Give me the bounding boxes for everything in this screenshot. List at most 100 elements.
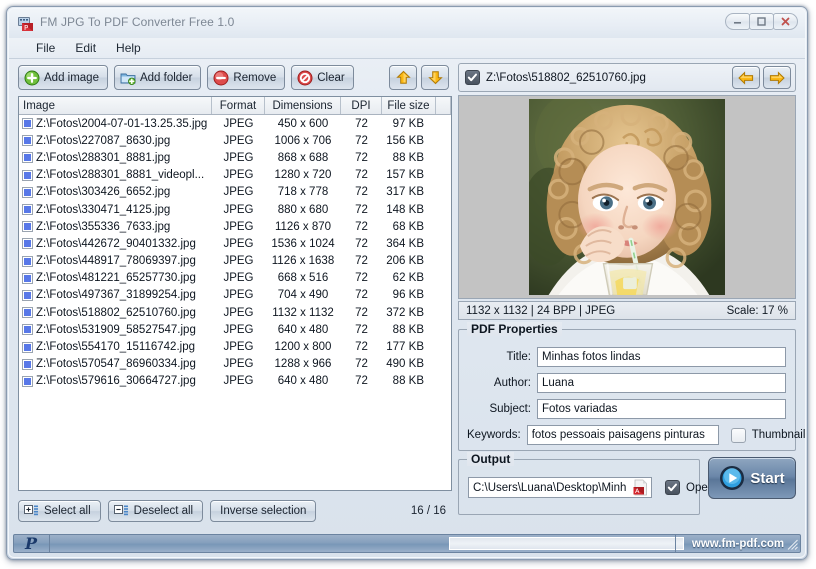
table-row[interactable]: Z:\Fotos\288301_8881.jpgJPEG868 x 688728… xyxy=(19,149,451,166)
table-row[interactable]: Z:\Fotos\481221_65257730.jpgJPEG668 x 51… xyxy=(19,270,451,287)
title-input[interactable] xyxy=(537,347,786,367)
keywords-input[interactable] xyxy=(527,425,719,445)
preview-include-checkbox[interactable] xyxy=(465,70,480,85)
inverse-selection-button[interactable]: Inverse selection xyxy=(210,500,316,522)
thumbnails-checkbox-group[interactable]: Thumbnails xyxy=(731,428,806,443)
move-down-button[interactable] xyxy=(421,65,449,90)
maximize-button[interactable] xyxy=(749,13,774,30)
table-row[interactable]: Z:\Fotos\554170_15116742.jpgJPEG1200 x 8… xyxy=(19,338,451,355)
row-checkbox[interactable] xyxy=(22,359,33,370)
title-bar: P FM JPG To PDF Converter Free 1.0 xyxy=(9,9,805,38)
thumbnails-checkbox[interactable] xyxy=(731,428,746,443)
table-row[interactable]: Z:\Fotos\518802_62510760.jpgJPEG1132 x 1… xyxy=(19,304,451,321)
row-checkbox[interactable] xyxy=(22,152,33,163)
row-checkbox[interactable] xyxy=(22,118,33,129)
next-image-button[interactable] xyxy=(763,66,791,89)
row-checkbox[interactable] xyxy=(22,204,33,215)
open-checkbox[interactable] xyxy=(665,480,680,495)
row-checkbox[interactable] xyxy=(22,324,33,335)
row-dimensions: 640 x 480 xyxy=(265,324,341,336)
output-group: Output A xyxy=(458,459,700,515)
row-checkbox[interactable] xyxy=(22,273,33,284)
close-icon xyxy=(780,16,791,27)
row-checkbox[interactable] xyxy=(22,376,33,387)
column-header-dimensions[interactable]: Dimensions xyxy=(265,97,341,114)
table-row[interactable]: Z:\Fotos\227087_8630.jpgJPEG1006 x 70672… xyxy=(19,132,451,149)
column-header-format[interactable]: Format xyxy=(212,97,265,114)
right-arrow-icon xyxy=(769,71,785,85)
close-button[interactable] xyxy=(773,13,798,30)
pdf-file-icon[interactable]: A xyxy=(632,479,649,496)
row-checkbox[interactable] xyxy=(22,342,33,353)
file-list[interactable]: Image Format Dimensions DPI File size Z:… xyxy=(18,96,452,491)
column-header-file-size[interactable]: File size xyxy=(382,97,436,114)
row-checkbox[interactable] xyxy=(22,256,33,267)
add-folder-label: Add folder xyxy=(140,72,192,84)
move-up-button[interactable] xyxy=(389,65,417,90)
output-legend: Output xyxy=(467,452,514,466)
paypal-donate-button[interactable]: P xyxy=(14,535,50,552)
image-preview-area[interactable] xyxy=(458,95,796,299)
svg-text:A: A xyxy=(635,487,640,495)
column-header-image[interactable]: Image xyxy=(19,97,212,114)
row-image-path: Z:\Fotos\570547_86960334.jpg xyxy=(36,358,196,370)
row-checkbox[interactable] xyxy=(22,135,33,146)
selection-count: 16 / 16 xyxy=(411,505,446,517)
author-input[interactable] xyxy=(537,373,786,393)
preview-pane: Z:\Fotos\518802_62510760.jpg xyxy=(458,63,796,527)
row-file-size: 206 KB xyxy=(382,255,436,267)
row-dimensions: 880 x 680 xyxy=(265,204,341,216)
website-link[interactable]: www.fm-pdf.com xyxy=(675,535,800,552)
table-row[interactable]: Z:\Fotos\303426_6652.jpgJPEG718 x 778723… xyxy=(19,184,451,201)
row-dpi: 72 xyxy=(341,169,382,181)
table-row[interactable]: Z:\Fotos\531909_58527547.jpgJPEG640 x 48… xyxy=(19,321,451,338)
title-field-row: Title: xyxy=(467,347,786,367)
column-header-dpi[interactable]: DPI xyxy=(341,97,382,114)
row-dpi: 72 xyxy=(341,221,382,233)
table-row[interactable]: Z:\Fotos\355336_7633.jpgJPEG1126 x 87072… xyxy=(19,218,451,235)
table-row[interactable]: Z:\Fotos\288301_8881_videopl...JPEG1280 … xyxy=(19,167,451,184)
row-file-size: 88 KB xyxy=(382,324,436,336)
table-row[interactable]: Z:\Fotos\497367_31899254.jpgJPEG704 x 49… xyxy=(19,287,451,304)
row-dpi: 72 xyxy=(341,255,382,267)
add-image-button[interactable]: Add image xyxy=(18,65,108,90)
row-dpi: 72 xyxy=(341,289,382,301)
application-window: P FM JPG To PDF Converter Free 1.0 File … xyxy=(6,6,808,560)
start-label: Start xyxy=(750,470,784,487)
row-checkbox[interactable] xyxy=(22,187,33,198)
status-bar-inner: P www.fm-pdf.com xyxy=(13,534,801,553)
table-row[interactable]: Z:\Fotos\579616_30664727.jpgJPEG640 x 48… xyxy=(19,373,451,390)
start-button[interactable]: Start xyxy=(708,457,796,499)
previous-image-button[interactable] xyxy=(732,66,760,89)
deselect-all-button[interactable]: Deselect all xyxy=(108,500,203,522)
row-image-path: Z:\Fotos\227087_8630.jpg xyxy=(36,135,170,147)
output-path-input[interactable] xyxy=(468,477,652,498)
table-row[interactable]: Z:\Fotos\442672_90401332.jpgJPEG1536 x 1… xyxy=(19,235,451,252)
subject-input[interactable] xyxy=(537,399,786,419)
row-checkbox[interactable] xyxy=(22,170,33,181)
minimize-button[interactable] xyxy=(725,13,750,30)
row-checkbox[interactable] xyxy=(22,307,33,318)
table-row[interactable]: Z:\Fotos\2004-07-01-13.25.35.jpgJPEG450 … xyxy=(19,115,451,132)
row-file-size: 490 KB xyxy=(382,358,436,370)
green-plus-icon xyxy=(24,70,40,86)
table-row[interactable]: Z:\Fotos\330471_4125.jpgJPEG880 x 680721… xyxy=(19,201,451,218)
row-checkbox[interactable] xyxy=(22,290,33,301)
menu-help[interactable]: Help xyxy=(107,39,150,57)
open-checkbox-group[interactable]: Open xyxy=(665,480,714,495)
menu-file[interactable]: File xyxy=(27,39,64,57)
select-all-button[interactable]: Select all xyxy=(18,500,101,522)
deselect-all-label: Deselect all xyxy=(134,505,193,517)
row-checkbox[interactable] xyxy=(22,221,33,232)
menu-edit[interactable]: Edit xyxy=(66,39,105,57)
add-folder-button[interactable]: Add folder xyxy=(114,65,201,90)
row-dimensions: 868 x 688 xyxy=(265,152,341,164)
clear-button[interactable]: Clear xyxy=(291,65,353,90)
remove-button[interactable]: Remove xyxy=(207,65,285,90)
resize-grip-icon[interactable] xyxy=(786,538,799,551)
table-row[interactable]: Z:\Fotos\448917_78069397.jpgJPEG1126 x 1… xyxy=(19,253,451,270)
row-image-path: Z:\Fotos\330471_4125.jpg xyxy=(36,204,170,216)
row-checkbox[interactable] xyxy=(22,238,33,249)
left-arrow-icon xyxy=(738,71,754,85)
table-row[interactable]: Z:\Fotos\570547_86960334.jpgJPEG1288 x 9… xyxy=(19,356,451,373)
